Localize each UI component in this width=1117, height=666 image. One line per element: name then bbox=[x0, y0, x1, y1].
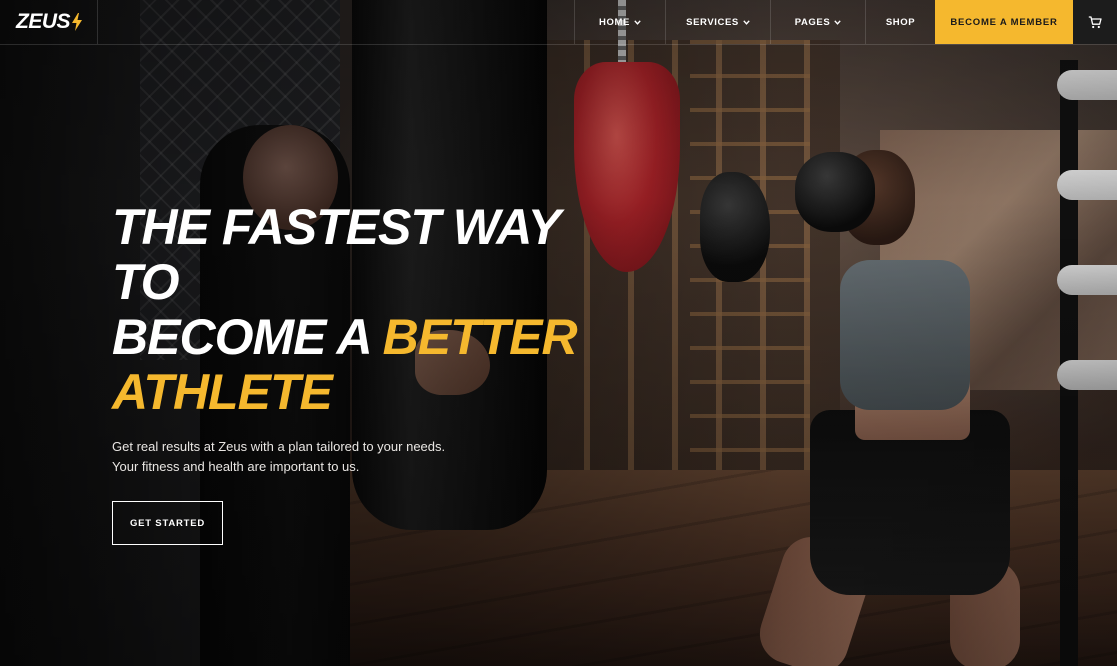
chevron-down-icon bbox=[834, 19, 842, 25]
hero-title-line1: THE FASTEST WAY TO bbox=[112, 199, 560, 310]
chevron-down-icon bbox=[743, 19, 750, 25]
nav-shop[interactable]: SHOP bbox=[865, 0, 935, 44]
hero-subtitle: Get real results at Zeus with a plan tai… bbox=[112, 437, 632, 477]
hero-subtitle-line1: Get real results at Zeus with a plan tai… bbox=[112, 439, 446, 454]
nav-services[interactable]: SERVICES bbox=[665, 0, 770, 44]
logo[interactable]: ZEUS bbox=[0, 0, 98, 44]
cart-icon bbox=[1088, 15, 1102, 28]
hero-title-accent-better: BETTER bbox=[382, 309, 578, 365]
get-started-button[interactable]: GET STARTED bbox=[112, 501, 223, 545]
get-started-label: GET STARTED bbox=[129, 517, 206, 529]
nav-home[interactable]: HOME bbox=[574, 0, 665, 44]
main-nav: HOME SERVICES PAGES SHOP BECOME A MEMBER bbox=[574, 0, 1117, 44]
hero-title-line2-prefix: BECOME A bbox=[112, 309, 383, 365]
chevron-down-icon bbox=[634, 19, 641, 25]
nav-shop-label: SHOP bbox=[885, 16, 916, 28]
become-member-button[interactable]: BECOME A MEMBER bbox=[935, 0, 1073, 44]
nav-services-label: SERVICES bbox=[686, 16, 739, 28]
logo-text: ZEUS bbox=[16, 10, 71, 33]
header-spacer bbox=[98, 0, 574, 44]
lightning-bolt-icon bbox=[72, 13, 83, 31]
hero-subtitle-line2: Your fitness and health are important to… bbox=[112, 459, 360, 474]
hero-title-accent-athlete: ATHLETE bbox=[112, 364, 333, 420]
nav-pages[interactable]: PAGES bbox=[770, 0, 865, 44]
hero-section: THE FASTEST WAY TO BECOME A BETTER ATHLE… bbox=[112, 200, 632, 545]
cart-button[interactable] bbox=[1073, 0, 1117, 44]
hero-title: THE FASTEST WAY TO BECOME A BETTER ATHLE… bbox=[112, 200, 632, 420]
become-member-label: BECOME A MEMBER bbox=[950, 16, 1058, 28]
nav-pages-label: PAGES bbox=[794, 16, 831, 28]
site-header: ZEUS HOME SERVICES PAGES SHOP BECOME A M… bbox=[0, 0, 1117, 45]
nav-home-label: HOME bbox=[599, 16, 630, 28]
